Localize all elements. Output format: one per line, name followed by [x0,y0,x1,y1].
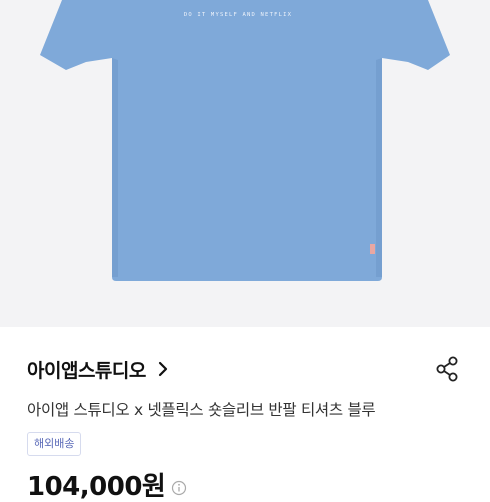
product-price: 104,000원 [27,472,166,502]
brand-link[interactable]: 아이앱스튜디오 [27,352,170,386]
overseas-shipping-badge: 해외배송 [27,432,82,456]
tshirt-shape [40,0,450,281]
tshirt-illustration: DO IT MYSELF AND NETFLIX [40,0,450,281]
info-circle-icon[interactable] [171,480,187,496]
hem-tag [370,244,375,254]
chevron-right-icon [158,361,167,377]
product-image[interactable]: DO IT MYSELF AND NETFLIX [0,0,490,327]
share-button[interactable] [432,353,462,385]
brand-name: 아이앱스튜디오 [27,359,146,382]
product-title: 아이앱 스튜디오 x 넷플릭스 숏슬리브 반팔 티셔츠 블루 [27,401,376,419]
shirt-print-text: DO IT MYSELF AND NETFLIX [184,12,292,18]
price-row: 104,000원 [27,472,187,502]
share-icon [436,356,458,382]
